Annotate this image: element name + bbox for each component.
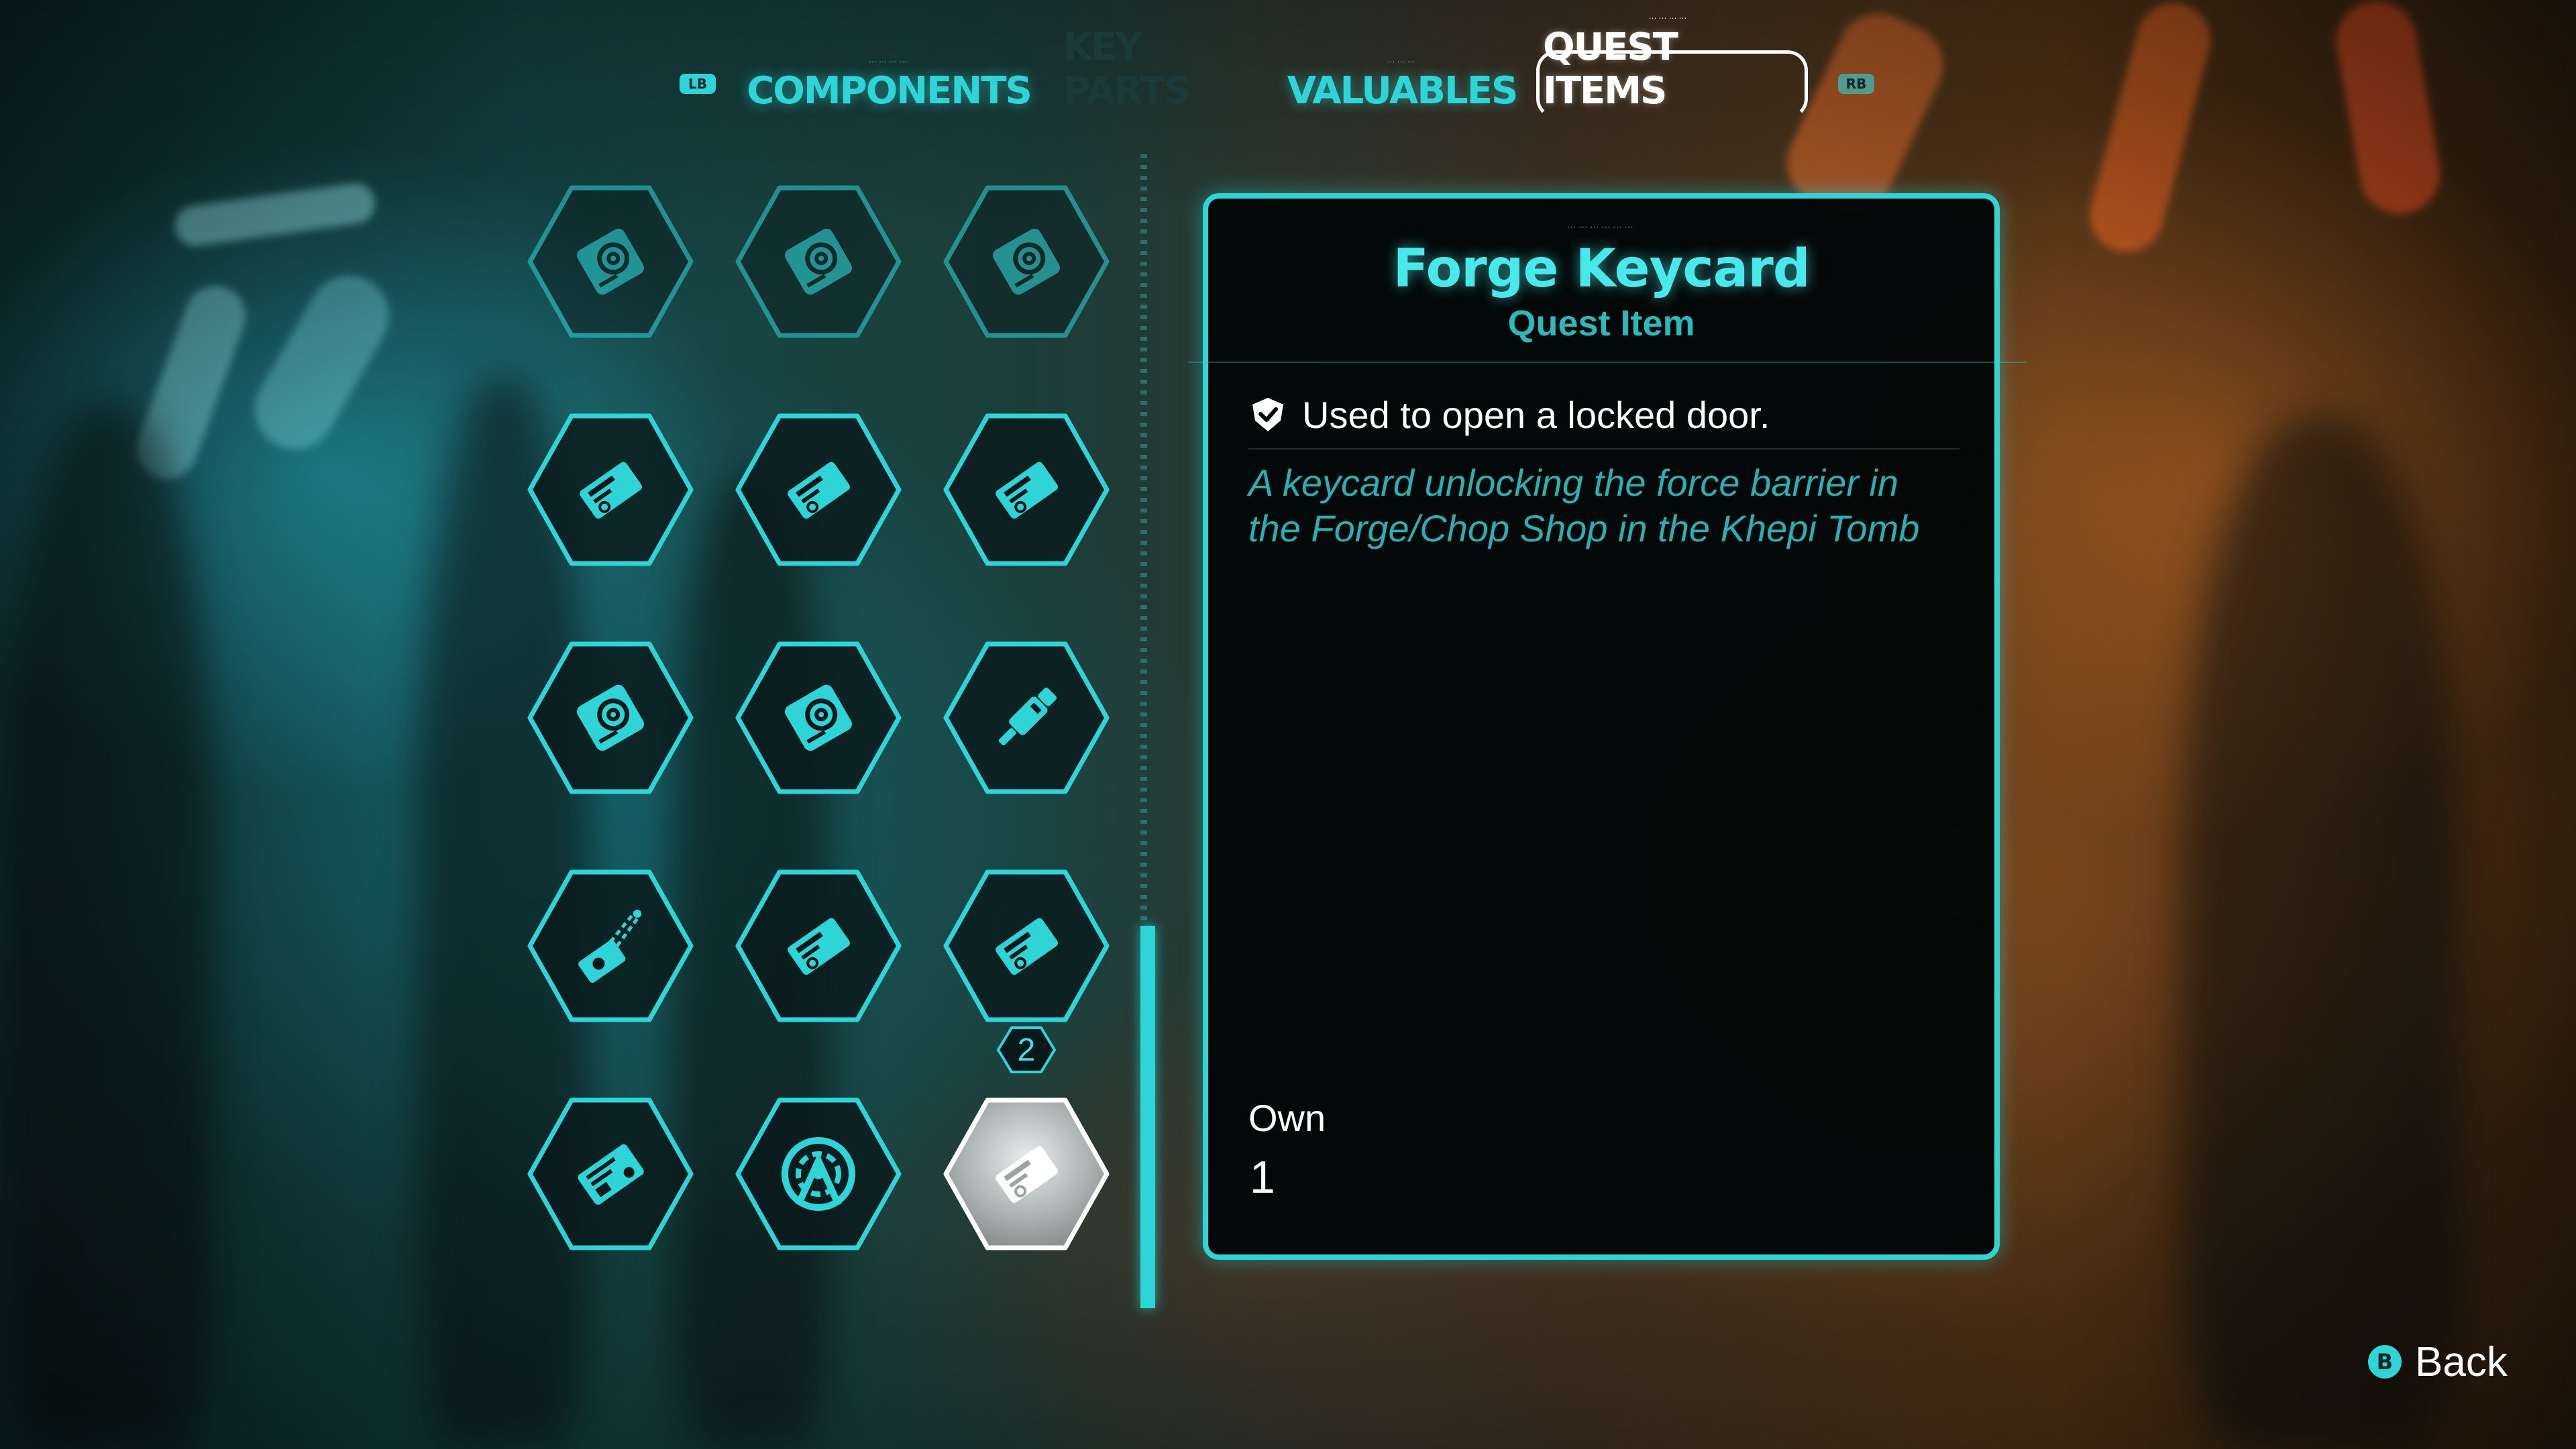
scanner-key-icon [578,910,642,983]
item-slot[interactable] [523,1093,698,1254]
chip-keycard-icon [578,1144,644,1205]
own-count: 1 [1250,1152,1275,1203]
lb-bumper-icon[interactable]: LB [680,74,716,94]
aurebesh-caption: ⋯⋯⋯⋯ [1648,13,1689,23]
keycard-icon [788,462,850,519]
tab-label: COMPONENTS [747,69,1032,113]
hard-drive-icon [785,684,852,751]
item-slot[interactable] [731,637,906,798]
hard-drive-icon [993,228,1060,295]
item-slot[interactable] [939,181,1114,342]
own-label: Own [1248,1097,1326,1139]
item-count-badge: 2 [996,1025,1057,1075]
keycard-icon [996,1146,1058,1203]
back-prompt[interactable]: B Back [2368,1335,2508,1389]
item-title: Forge Keycard [1393,239,1810,299]
keycard-icon [788,918,850,975]
item-slot-selected[interactable] [939,1093,1114,1254]
item-slot[interactable] [731,181,906,342]
item-slot[interactable] [939,865,1114,1026]
item-slot[interactable] [523,637,698,798]
tab-label: QUEST ITEMS [1543,25,1678,113]
aurebesh-caption: ⋯⋯⋯⋯⋯⋯ [1567,222,1635,233]
item-category: Quest Item [1507,303,1695,343]
scrollbar-thumb[interactable] [1140,926,1155,1308]
item-slot[interactable] [523,409,698,570]
item-slot[interactable] [523,181,698,342]
item-slot[interactable] [731,409,906,570]
item-slot[interactable] [939,409,1114,570]
item-slot[interactable] [731,865,906,1026]
keycard-icon [996,918,1058,975]
back-label: Back [2415,1338,2508,1385]
rb-bumper-icon[interactable]: RB [1838,74,1874,94]
divider [1248,448,1960,449]
tab-label: KEY PARTS [1063,25,1191,113]
tab-components[interactable]: ⋯⋯⋯⋯ COMPONENTS [747,57,1032,113]
hard-drive-icon [785,228,852,295]
category-tabs: LB ⋯⋯⋯⋯ COMPONENTS ⋯ KEY PARTS ⋯⋯⋯ VALUA… [0,13,2576,121]
item-detail-panel: ⋯⋯⋯⋯⋯⋯ Forge Keycard Quest Item Used to … [1188,193,2027,1260]
stim-injector-icon [998,687,1057,746]
divider [1188,362,2027,363]
tab-key-parts[interactable]: ⋯ KEY PARTS [1063,13,1258,113]
hard-drive-icon [577,684,644,751]
item-use-row: Used to open a locked door. [1248,388,1960,441]
keycard-icon [996,462,1058,519]
b-button-icon: B [2368,1345,2402,1379]
item-slot[interactable] [731,1093,906,1254]
aurebesh-caption: ⋯⋯⋯ [1387,57,1417,66]
tab-valuables[interactable]: ⋯⋯⋯ VALUABLES [1287,57,1519,113]
item-use-text: Used to open a locked door. [1302,393,1770,436]
aurebesh-caption: ⋯⋯⋯⋯ [869,57,909,66]
item-description: A keycard unlocking the force barrier in… [1248,462,1920,549]
item-slot[interactable] [939,637,1114,798]
tab-quest-items[interactable]: ⋯⋯⋯⋯ QUEST ITEMS [1543,13,1794,113]
item-count-value: 2 [1017,1032,1036,1068]
emblem-icon [782,1137,855,1211]
aurebesh-caption: ⋯ [1155,13,1166,23]
keycard-icon [580,462,642,519]
shield-check-icon [1252,398,1283,431]
tab-label: VALUABLES [1287,69,1519,113]
hard-drive-icon [577,228,644,295]
item-slot[interactable] [523,865,698,1026]
